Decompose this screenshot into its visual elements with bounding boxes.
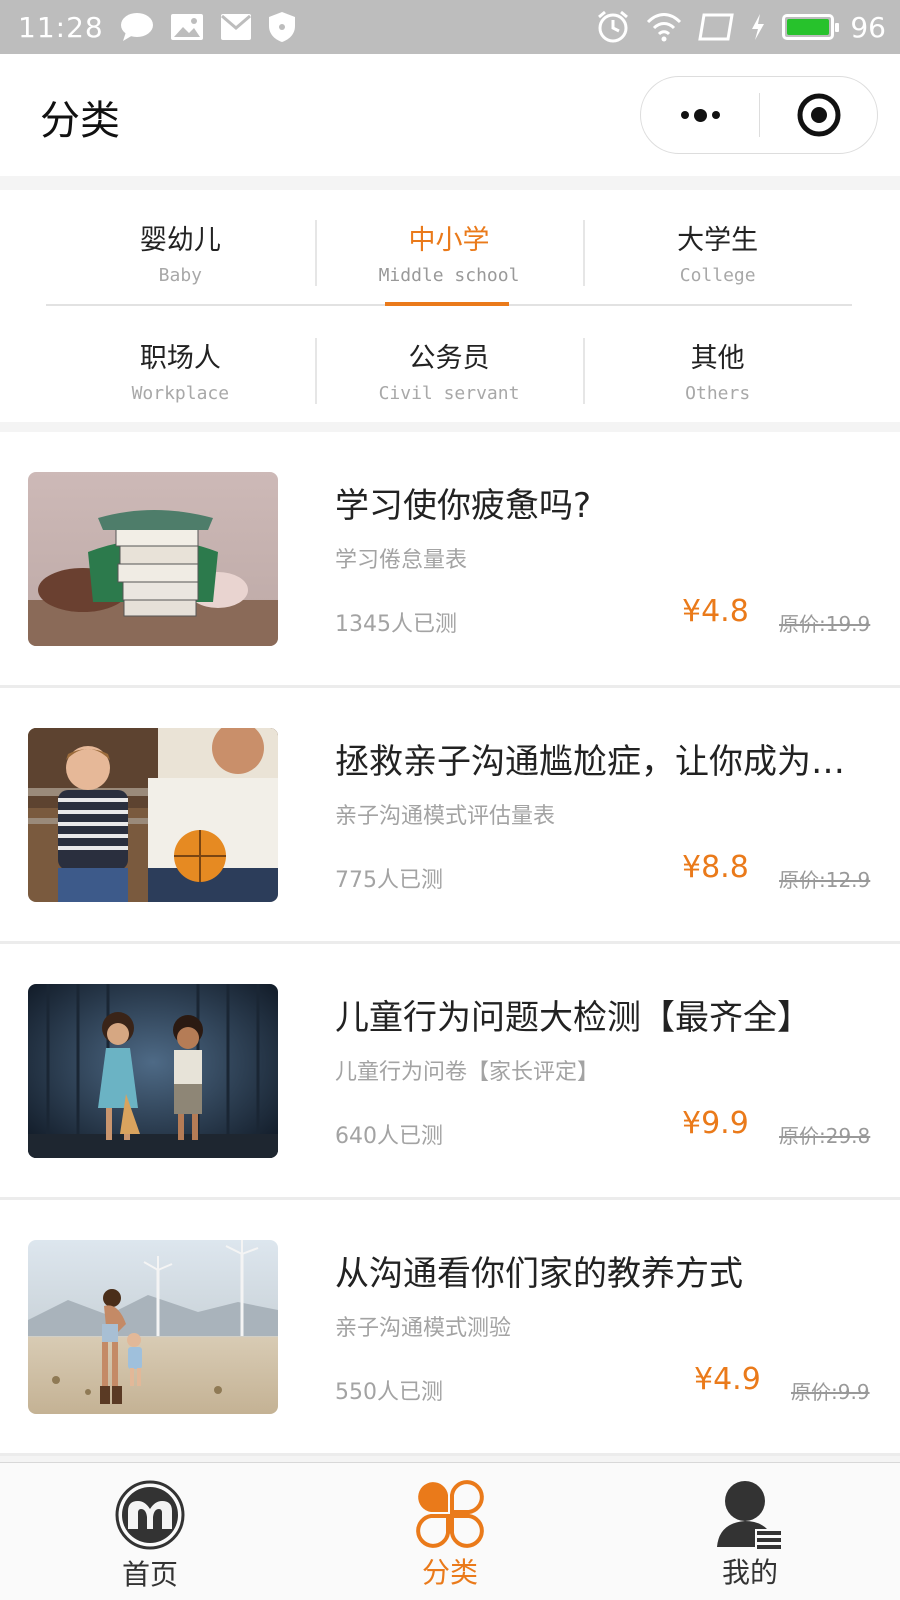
category-label: 婴幼儿 [139,225,221,256]
item-title: 拯救亲子沟通尴尬症，让你成为… [335,742,845,782]
category-others[interactable]: 其他 Others [583,330,852,410]
category-sublabel: Workplace [131,383,230,404]
mail-icon [220,13,252,41]
item-subtitle: 学习倦怠量表 [335,548,468,573]
active-category-indicator [385,302,509,306]
list-item[interactable]: 拯救亲子沟通尴尬症，让你成为… 亲子沟通模式评估量表 775人已测 ¥8.8 原… [0,688,900,944]
thumbnail-image [28,728,278,902]
category-panel: 婴幼儿 Baby 中小学 Middle school 大学生 College 职… [0,190,900,422]
item-subtitle: 儿童行为问卷【家长评定】 [335,1060,600,1085]
tab-label: 我的 [721,1556,778,1589]
category-label: 职场人 [139,343,221,374]
category-sublabel: Baby [158,265,203,286]
bottom-tab-bar: 首页 分类 我的 [0,1462,900,1600]
target-icon [797,93,840,137]
tab-label: 首页 [121,1558,178,1591]
status-time: 11:28 [18,10,104,44]
item-price: ¥4.8 [682,594,749,629]
category-college[interactable]: 大学生 College [583,212,852,292]
item-title: 从沟通看你们家的教养方式 [335,1254,743,1294]
item-original-price: 原价:12.9 [779,868,871,892]
thumbnail-image [28,1240,278,1414]
category-sublabel: Civil servant [378,383,520,404]
category-middle-school[interactable]: 中小学 Middle school [314,212,584,292]
item-test-count: 640人已测 [335,1124,443,1149]
alarm-icon [596,10,630,44]
item-price: ¥4.9 [694,1362,761,1397]
mini-program-capsule [640,76,878,154]
status-bar: 11:28 96 [0,0,900,54]
item-subtitle: 亲子沟通模式测验 [335,1316,512,1341]
item-test-count: 550人已测 [335,1380,443,1405]
category-label: 中小学 [408,225,490,256]
thumbnail-image [28,472,278,646]
category-workplace[interactable]: 职场人 Workplace [46,330,315,410]
tab-label: 分类 [421,1556,478,1589]
category-label: 其他 [690,343,745,374]
wifi-icon [646,12,682,42]
list-item[interactable]: 儿童行为问题大检测【最齐全】 儿童行为问卷【家长评定】 640人已测 ¥9.9 … [0,944,900,1200]
category-baby[interactable]: 婴幼儿 Baby [46,212,315,292]
battery-icon [782,14,840,40]
category-sublabel: Others [685,383,751,404]
tab-category[interactable]: 分类 [300,1463,600,1600]
item-title: 学习使你疲惫吗? [335,486,592,526]
item-test-count: 775人已测 [335,868,443,893]
category-sublabel: College [679,265,756,286]
item-price: ¥8.8 [682,850,749,885]
page-title: 分类 [40,98,120,144]
tab-home[interactable]: 首页 [0,1463,300,1600]
list-item[interactable]: 从沟通看你们家的教养方式 亲子沟通模式测验 550人已测 ¥4.9 原价:9.9 [0,1200,900,1456]
more-options-button[interactable] [641,77,759,153]
category-label: 大学生 [677,225,759,256]
battery-level: 96 [850,10,886,44]
item-original-price: 原价:29.8 [779,1124,871,1148]
item-test-count: 1345人已测 [335,612,457,637]
test-list: 学习使你疲惫吗? 学习倦怠量表 1345人已测 ¥4.8 原价:19.9 拯救亲… [0,432,900,1456]
tab-profile[interactable]: 我的 [600,1463,900,1600]
item-title: 儿童行为问题大检测【最齐全】 [335,998,811,1038]
category-label: 公务员 [408,343,490,374]
item-subtitle: 亲子沟通模式评估量表 [335,804,556,829]
header: 分类 [0,54,900,176]
category-row: 职场人 Workplace 公务员 Civil servant 其他 Other… [46,330,852,410]
item-price: ¥9.9 [682,1106,749,1141]
image-notification-icon [170,13,204,41]
category-civil-servant[interactable]: 公务员 Civil servant [314,330,584,410]
shield-icon [268,11,296,43]
category-sublabel: Middle school [378,265,520,286]
thumbnail-image [28,984,278,1158]
home-m-icon [115,1480,185,1550]
close-mini-program-button[interactable] [760,92,877,138]
profile-icon [717,1481,781,1549]
charging-bolt-icon [750,13,766,41]
category-clover-icon [416,1480,484,1548]
list-item[interactable]: 学习使你疲惫吗? 学习倦怠量表 1345人已测 ¥4.8 原价:19.9 [0,432,900,688]
item-original-price: 原价:19.9 [779,612,871,636]
category-row: 婴幼儿 Baby 中小学 Middle school 大学生 College [46,212,852,292]
screen-cast-icon [698,13,735,41]
item-original-price: 原价:9.9 [791,1380,870,1404]
chat-bubble-icon [120,12,154,42]
